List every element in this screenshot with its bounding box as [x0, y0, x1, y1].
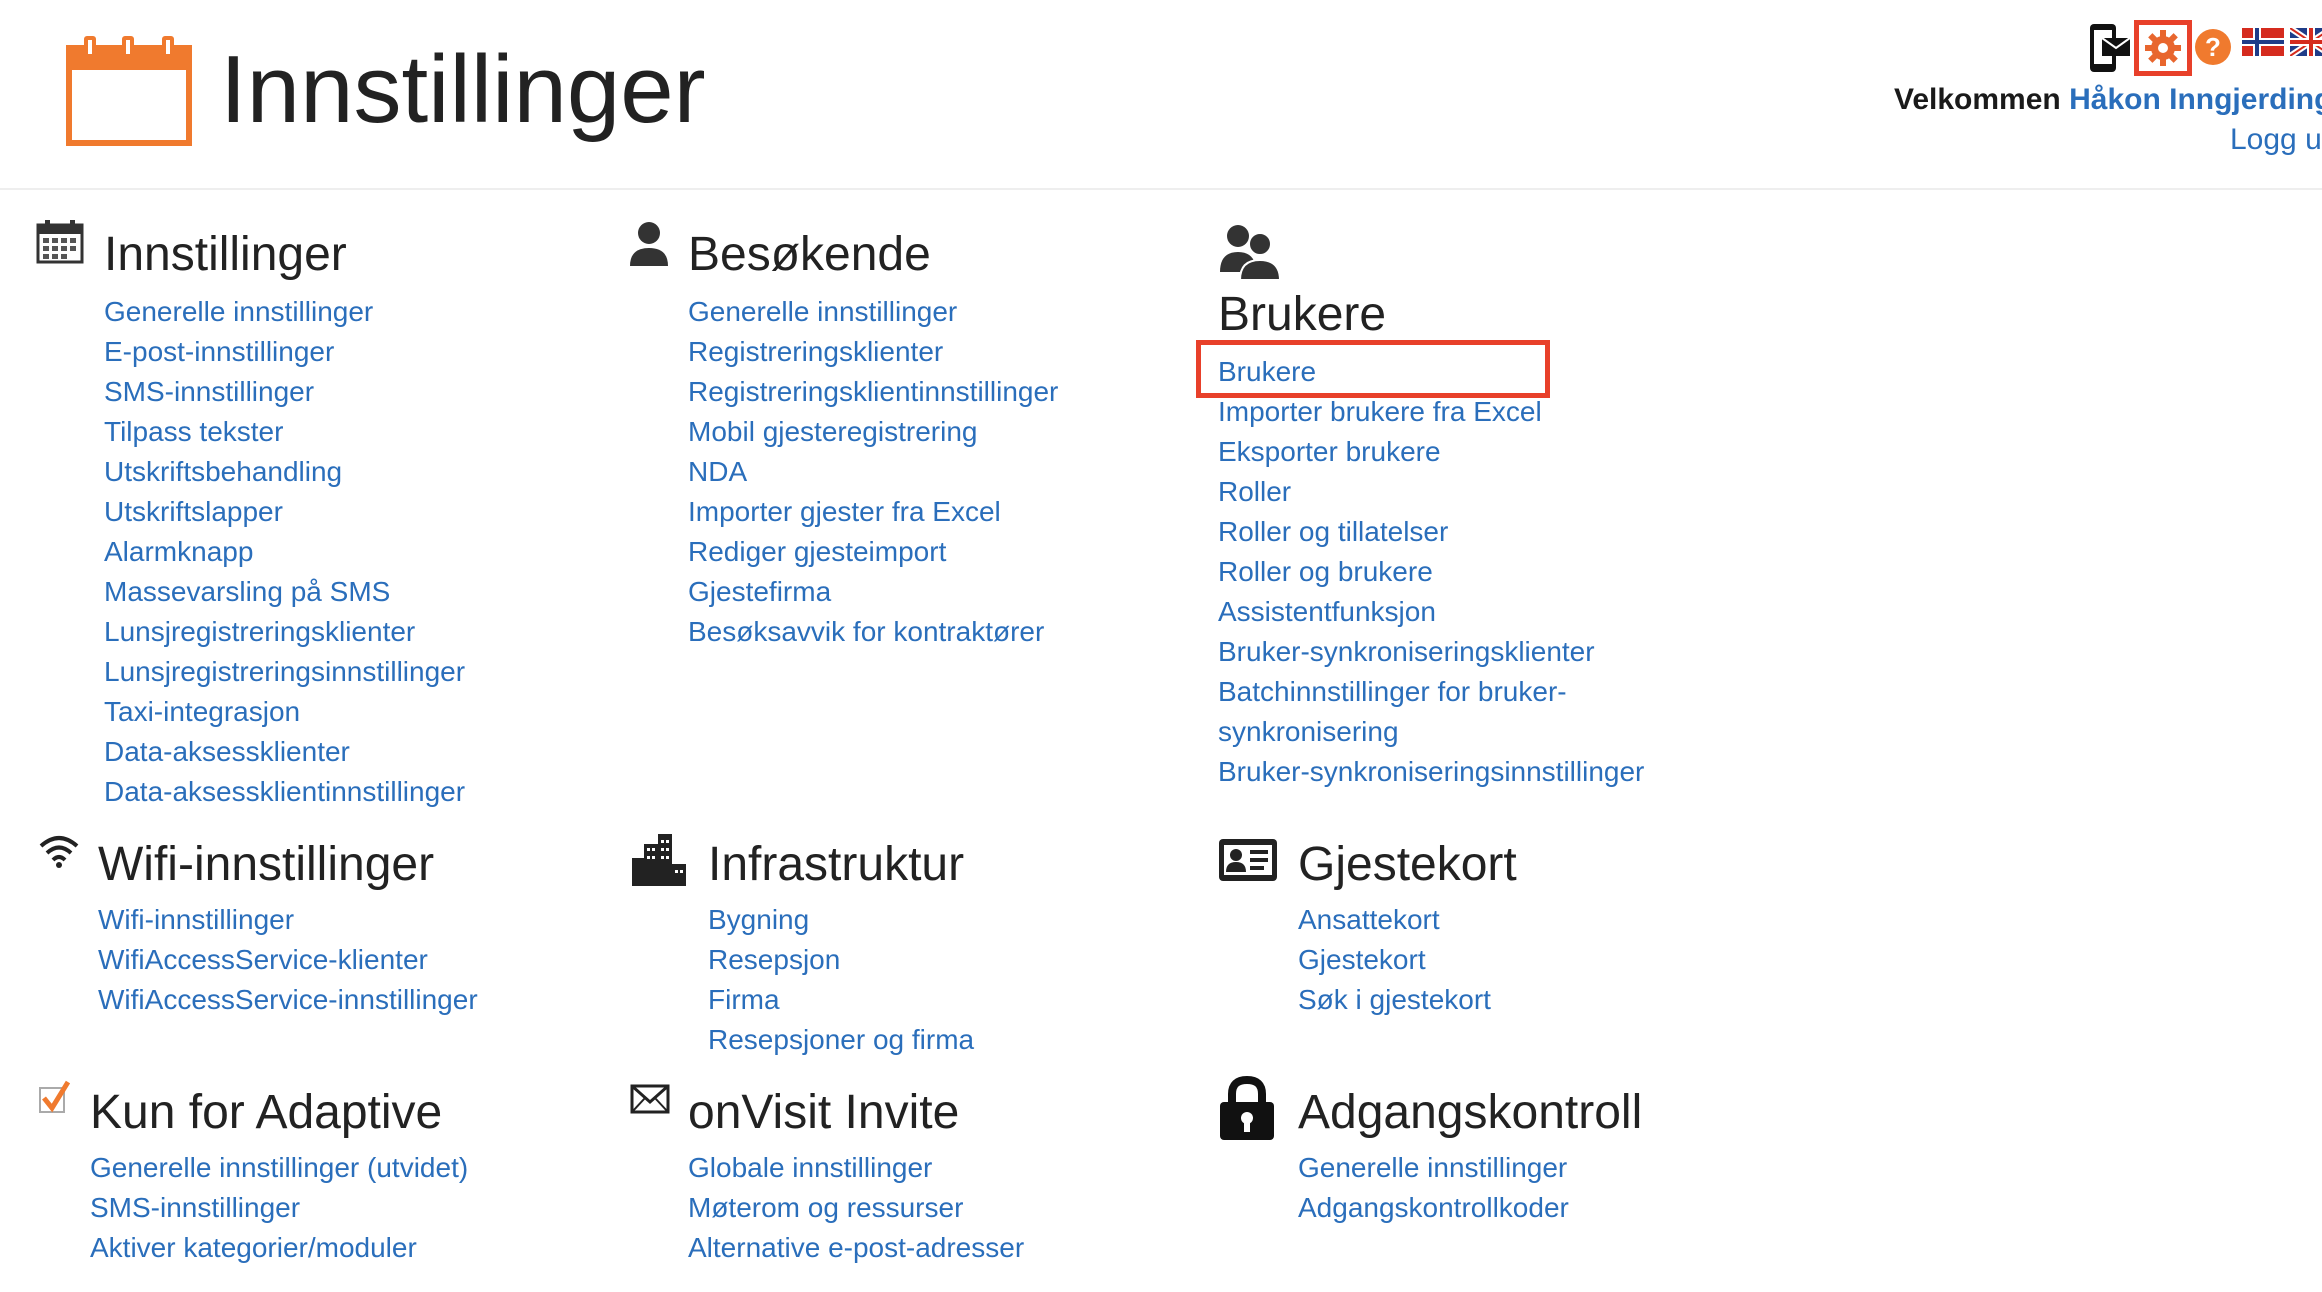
welcome-message: Velkommen Håkon Inngjerdinge: [1894, 80, 2322, 120]
link-item[interactable]: Aktiver kategorier/moduler: [90, 1228, 468, 1268]
link-item[interactable]: Generelle innstillinger (utvidet): [90, 1148, 468, 1188]
link-item[interactable]: Eksporter brukere: [1218, 432, 1698, 472]
link-item[interactable]: Roller: [1218, 472, 1698, 512]
link-item[interactable]: Bruker-synkroniseringsinnstillinger: [1218, 752, 1698, 792]
link-item[interactable]: Besøksavvik for kontraktører: [688, 612, 1058, 652]
lock-icon: [1220, 1076, 1274, 1140]
link-item[interactable]: Utskriftslapper: [104, 492, 465, 532]
header-divider: [0, 188, 2322, 190]
link-item[interactable]: Importer brukere fra Excel: [1218, 392, 1698, 432]
link-item[interactable]: SMS-innstillinger: [104, 372, 465, 412]
link-item[interactable]: E-post-innstillinger: [104, 332, 465, 372]
link-item[interactable]: Data-aksessklienter: [104, 732, 465, 772]
link-item[interactable]: Alarmknapp: [104, 532, 465, 572]
link-item[interactable]: Utskriftsbehandling: [104, 452, 465, 492]
link-item[interactable]: Registreringsklienter: [688, 332, 1058, 372]
section-title: Innstillinger: [104, 228, 347, 281]
section-title: Gjestekort: [1298, 838, 1517, 891]
link-item[interactable]: Alternative e-post-adresser: [688, 1228, 1024, 1268]
link-item[interactable]: Taxi-integrasjon: [104, 692, 465, 732]
link-item[interactable]: Lunsjregistreringsklienter: [104, 612, 465, 652]
link-item[interactable]: Gjestekort: [1298, 940, 1491, 980]
id-card-icon: [1219, 839, 1277, 881]
link-item[interactable]: Generelle innstillinger: [1298, 1148, 1569, 1188]
norway-flag-icon[interactable]: [2242, 28, 2284, 56]
section-links: Bygning Resepsjon Firma Resepsjoner og f…: [708, 900, 974, 1060]
link-item[interactable]: Massevarsling på SMS: [104, 572, 465, 612]
link-item[interactable]: Ansattekort: [1298, 900, 1491, 940]
top-toolbar: ?: [2082, 20, 2322, 76]
link-item[interactable]: Generelle innstillinger: [104, 292, 465, 332]
svg-text:?: ?: [2205, 32, 2221, 62]
link-item[interactable]: Roller og brukere: [1218, 552, 1698, 592]
calendar-icon: [36, 220, 84, 264]
link-item[interactable]: Lunsjregistreringsinnstillinger: [104, 652, 465, 692]
link-item[interactable]: Gjestefirma: [688, 572, 1058, 612]
link-item[interactable]: WifiAccessService-innstillinger: [98, 980, 478, 1020]
section-links: Generelle innstillinger (utvidet) SMS-in…: [90, 1148, 468, 1268]
welcome-label: Velkommen: [1894, 83, 2061, 116]
checkbox-icon: [39, 1080, 70, 1113]
section-links: Generelle innstillinger Adgangskontrollk…: [1298, 1148, 1569, 1228]
link-item[interactable]: Bygning: [708, 900, 974, 940]
link-item[interactable]: Assistentfunksjon: [1218, 592, 1698, 632]
buildings-icon: [632, 834, 686, 886]
link-item[interactable]: Adgangskontrollkoder: [1298, 1188, 1569, 1228]
section-links: Generelle innstillinger E-post-innstilli…: [104, 292, 465, 812]
link-item[interactable]: Roller og tillatelser: [1218, 512, 1698, 552]
section-title: Adgangskontroll: [1298, 1086, 1643, 1139]
link-item[interactable]: Importer gjester fra Excel: [688, 492, 1058, 532]
logout-link[interactable]: Logg u: [2230, 120, 2322, 160]
users-icon: [1220, 225, 1280, 280]
settings-button[interactable]: [2134, 20, 2192, 76]
highlight-box: [1196, 340, 1550, 398]
section-links: Ansattekort Gjestekort Søk i gjestekort: [1298, 900, 1491, 1020]
link-item[interactable]: Rediger gjesteimport: [688, 532, 1058, 572]
section-title: Brukere: [1218, 288, 1387, 341]
link-item[interactable]: Resepsjon: [708, 940, 974, 980]
link-item[interactable]: Data-aksessklientinnstillinger: [104, 772, 465, 812]
section-title: Infrastruktur: [708, 838, 965, 891]
envelope-icon: [630, 1084, 670, 1114]
page-title: Innstillinger: [220, 36, 706, 143]
link-item[interactable]: Møterom og ressurser: [688, 1188, 1024, 1228]
user-name-link[interactable]: Håkon Inngjerdinge: [2069, 83, 2322, 116]
link-item[interactable]: Globale innstillinger: [688, 1148, 1024, 1188]
link-item[interactable]: WifiAccessService-klienter: [98, 940, 478, 980]
link-item[interactable]: Tilpass tekster: [104, 412, 465, 452]
section-links: Globale innstillinger Møterom og ressurs…: [688, 1148, 1024, 1268]
person-icon: [630, 222, 668, 266]
section-title: onVisit Invite: [688, 1086, 960, 1139]
section-title: Wifi-innstillinger: [98, 838, 435, 891]
link-item[interactable]: SMS-innstillinger: [90, 1188, 468, 1228]
help-icon[interactable]: ?: [2194, 28, 2232, 66]
link-item[interactable]: Søk i gjestekort: [1298, 980, 1491, 1020]
section-title: Besøkende: [688, 228, 931, 281]
link-item[interactable]: Generelle innstillinger: [688, 292, 1058, 332]
link-item[interactable]: Mobil gjesteregistrering: [688, 412, 1058, 452]
gear-icon: [2145, 30, 2181, 66]
section-links: Brukere Importer brukere fra Excel Ekspo…: [1218, 352, 1698, 792]
uk-flag-icon[interactable]: [2290, 28, 2322, 56]
link-item[interactable]: Bruker-synkroniseringsklienter: [1218, 632, 1698, 672]
link-item[interactable]: Wifi-innstillinger: [98, 900, 478, 940]
section-links: Generelle innstillinger Registreringskli…: [688, 292, 1058, 652]
section-links: Wifi-innstillinger WifiAccessService-kli…: [98, 900, 478, 1020]
wifi-icon: [39, 836, 79, 868]
phone-icon[interactable]: [2086, 22, 2130, 74]
link-item[interactable]: NDA: [688, 452, 1058, 492]
link-item[interactable]: Resepsjoner og firma: [708, 1020, 974, 1060]
section-title: Kun for Adaptive: [90, 1086, 443, 1139]
link-item[interactable]: Firma: [708, 980, 974, 1020]
calendar-icon: [66, 36, 192, 146]
link-item[interactable]: Registreringsklientinnstillinger: [688, 372, 1058, 412]
link-item[interactable]: Batchinnstillinger for bruker-synkronise…: [1218, 672, 1608, 752]
